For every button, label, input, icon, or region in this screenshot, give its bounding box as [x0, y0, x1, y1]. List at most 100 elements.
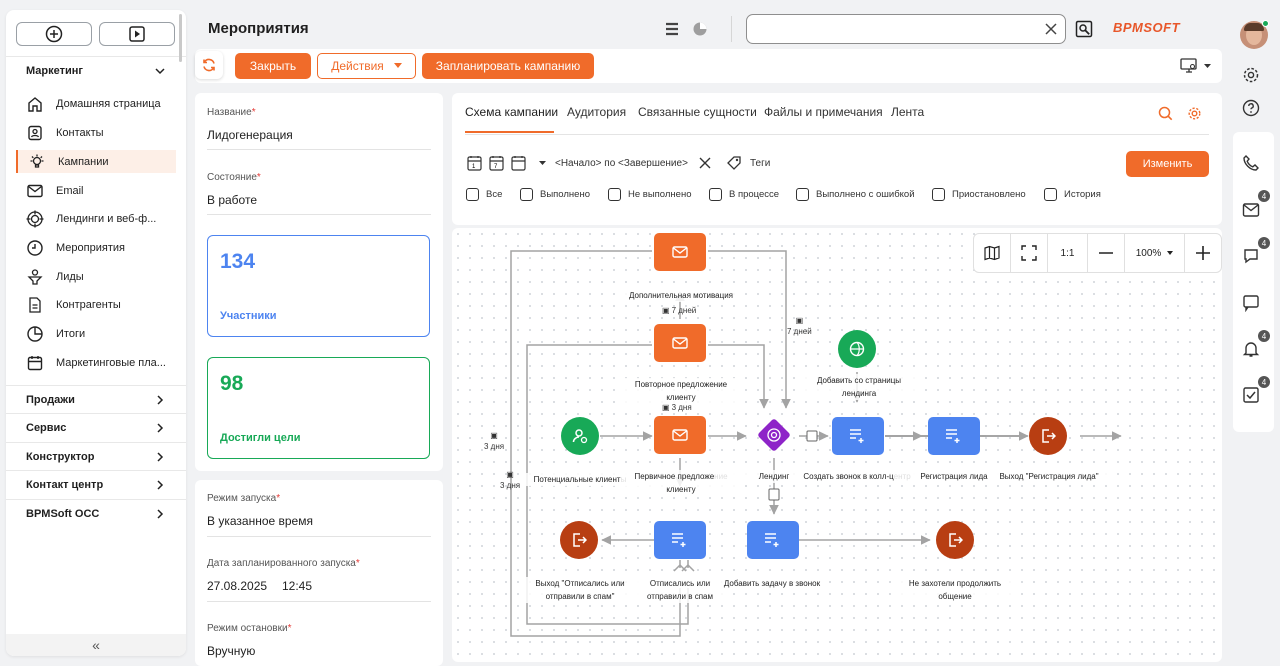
clear-icon[interactable] [1045, 23, 1057, 35]
actual-size-button[interactable]: 1:1 [1048, 234, 1088, 272]
sidebar-item-landings[interactable]: Лендинги и веб-ф... [16, 207, 176, 230]
list-view-icon[interactable] [664, 21, 680, 37]
delay-label: ▣ 7 дней [787, 316, 812, 336]
campaign-canvas[interactable]: Дополнительная мотивация ▣ 7 дней Повторн… [452, 228, 1222, 662]
group-contact-center[interactable]: Контакт центр [6, 470, 186, 498]
checkbox-not-done[interactable]: Не выполнено [608, 188, 691, 201]
tab-feed[interactable]: Лента [891, 105, 924, 119]
lead-registration-node[interactable] [928, 417, 980, 455]
sidebar-item-plans[interactable]: Маркетинговые пла... [16, 351, 176, 374]
group-service[interactable]: Сервис [6, 413, 186, 441]
goals-widget[interactable]: 98 Достигли цели [207, 357, 430, 459]
tab-audience[interactable]: Аудитория [567, 105, 626, 119]
tags-label[interactable]: Теги [750, 158, 770, 169]
zoom-in-button[interactable] [1185, 234, 1221, 272]
exit-node-declined[interactable] [936, 521, 974, 559]
gear-icon[interactable] [1187, 106, 1202, 121]
exit-node-unsubscribed[interactable] [560, 521, 598, 559]
sidebar-item-totals[interactable]: Итоги [16, 322, 176, 345]
unsubscribed-node[interactable] [654, 521, 706, 559]
calendar-filter-icon[interactable]: 17 [467, 155, 527, 171]
checkbox-all[interactable]: Все [466, 188, 502, 201]
checkbox-paused[interactable]: Приостановлено [932, 188, 1026, 201]
checkbox-in-progress[interactable]: В процессе [709, 188, 779, 201]
sidebar-scrollbar[interactable] [179, 14, 182, 62]
tasks-button[interactable] [1240, 384, 1262, 406]
email-button[interactable] [1240, 199, 1262, 221]
search-icon[interactable] [1075, 20, 1093, 38]
audience-node[interactable] [561, 417, 599, 455]
sidebar-item-events[interactable]: Мероприятия [16, 236, 176, 259]
sidebar-item-home[interactable]: Домашняя страница [16, 92, 176, 115]
email-node-repeat[interactable] [654, 324, 706, 362]
participants-widget[interactable]: 134 Участники [207, 235, 430, 337]
date-range-text[interactable]: <Начало> по <Завершение> [555, 158, 688, 169]
actions-button[interactable]: Действия [317, 53, 416, 79]
help-button[interactable] [1240, 97, 1262, 119]
play-button[interactable] [99, 22, 175, 46]
sidebar-item-accounts[interactable]: Контрагенты [16, 293, 176, 316]
refresh-button[interactable] [195, 51, 223, 79]
change-button[interactable]: Изменить [1126, 151, 1209, 177]
tag-icon[interactable] [726, 155, 742, 171]
sidebar-item-contacts[interactable]: Контакты [16, 121, 176, 144]
fit-screen-button[interactable] [1011, 234, 1048, 272]
notifications-button[interactable] [1240, 338, 1262, 360]
search-icon[interactable] [1158, 106, 1173, 121]
delay-label: ▣ 3 дня [500, 470, 521, 490]
participants-count: 134 [220, 250, 256, 273]
chat-button[interactable] [1240, 245, 1262, 267]
caret-down-icon[interactable] [539, 161, 546, 166]
zoom-level-select[interactable]: 100% [1125, 234, 1185, 272]
goals-label: Достигли цели [220, 432, 301, 444]
search-input[interactable] [755, 21, 1035, 37]
call-node[interactable] [832, 417, 884, 455]
landing-node[interactable] [756, 417, 792, 453]
minus-icon [1099, 252, 1113, 254]
calendar-icon [27, 355, 43, 370]
launch-mode-field[interactable]: В указанное время [207, 514, 313, 528]
zoom-out-button[interactable] [1088, 234, 1125, 272]
email-node-primary[interactable] [654, 416, 706, 454]
group-occ[interactable]: BPMSoft OCC [6, 499, 186, 527]
sidebar-item-email[interactable]: Email [16, 179, 176, 202]
call-task-node[interactable] [747, 521, 799, 559]
email-node-motivation[interactable] [654, 233, 706, 271]
name-field[interactable]: Лидогенерация [207, 128, 293, 142]
fullscreen-icon [1021, 245, 1037, 261]
group-sales[interactable]: Продажи [6, 385, 186, 413]
checkbox-history[interactable]: История [1044, 188, 1101, 201]
sidebar-item-label: Домашняя страница [56, 97, 161, 110]
analytics-view-icon[interactable] [692, 21, 708, 37]
schedule-campaign-button[interactable]: Запланировать кампанию [422, 53, 594, 79]
minimap-button[interactable] [974, 234, 1011, 272]
phone-button[interactable] [1240, 152, 1262, 174]
close-button[interactable]: Закрыть [235, 53, 311, 79]
group-constructor[interactable]: Конструктор [6, 442, 186, 470]
state-field[interactable]: В работе [207, 193, 257, 207]
collapse-sidebar-button[interactable]: « [6, 634, 186, 656]
view-settings-button[interactable] [1180, 57, 1214, 75]
calendar-icon: ▣ [662, 403, 670, 412]
sidebar-item-campaigns[interactable]: Кампании [16, 150, 176, 173]
sidebar-item-leads[interactable]: Лиды [16, 265, 176, 288]
messages-button[interactable] [1240, 292, 1262, 314]
divider [465, 134, 1209, 135]
checkbox-error[interactable]: Выполнено с ошибкой [796, 188, 915, 201]
settings-button[interactable] [1240, 64, 1262, 86]
add-button[interactable] [16, 22, 92, 46]
list-add-icon [672, 533, 686, 547]
landing-source-node[interactable] [838, 330, 876, 368]
group-marketing[interactable]: Маркетинг [6, 56, 186, 84]
tab-files[interactable]: Файлы и примечания [764, 105, 883, 119]
exit-node-registration[interactable] [1029, 417, 1067, 455]
planned-date-field[interactable]: 27.08.2025 [207, 579, 267, 593]
stop-mode-field[interactable]: Вручную [207, 644, 255, 658]
gear-icon [1243, 67, 1259, 83]
clear-range-icon[interactable] [699, 157, 711, 169]
tab-campaign-scheme[interactable]: Схема кампании [465, 105, 558, 119]
tab-related[interactable]: Связанные сущности [638, 105, 757, 119]
planned-time-field[interactable]: 12:45 [282, 579, 312, 593]
state-label: Состояние* [207, 172, 261, 183]
checkbox-done[interactable]: Выполнено [520, 188, 590, 201]
